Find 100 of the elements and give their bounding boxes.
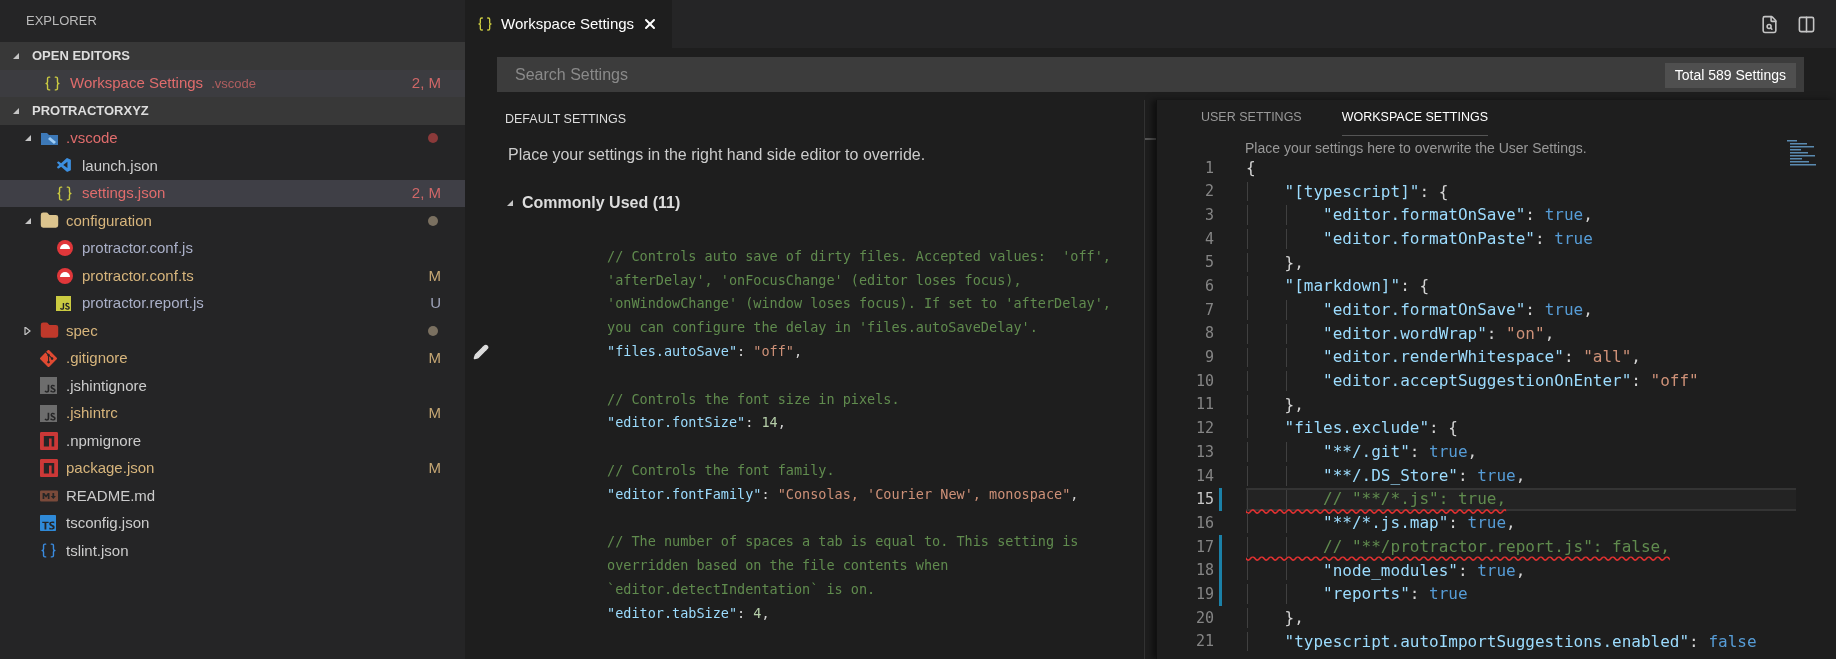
code-comment: 'afterDelay', 'onFocusChange' (editor loses focus), (606, 270, 1023, 290)
edit-icon[interactable] (473, 343, 489, 360)
code-token: : (1525, 298, 1536, 321)
file-name: README.md (66, 485, 156, 506)
editor-tab[interactable]: Workspace Settings (465, 0, 673, 48)
file-name: .jshintignore (66, 375, 147, 396)
collapse-arrow-icon[interactable] (506, 198, 514, 207)
code-token: // "**/*.js": true, (1322, 488, 1507, 511)
line-number: 3 (1203, 204, 1214, 226)
tree-item[interactable]: tsconfig.json (0, 509, 465, 537)
braces-icon (56, 184, 73, 202)
code-token: true (1544, 204, 1584, 227)
tree-item[interactable]: protractor.conf.js (0, 234, 465, 262)
line-number: 2 (1203, 181, 1214, 203)
file-name: tslint.json (66, 540, 129, 561)
split-editor-icon[interactable] (1797, 14, 1816, 34)
code-token: "all" (1583, 346, 1632, 369)
scrollbar[interactable] (1144, 100, 1156, 659)
tree-item[interactable]: .jshintignore (0, 372, 465, 400)
group-header[interactable]: Commonly Used (11) (465, 190, 1144, 215)
git-icon (40, 349, 57, 367)
tree-item[interactable]: package.json M (0, 454, 465, 482)
open-preview-icon[interactable] (1760, 14, 1779, 34)
collapse-arrow-icon[interactable] (12, 51, 20, 60)
code-token: : (1631, 370, 1642, 393)
git-status: M (428, 403, 441, 423)
code-token: "editor.tabSize" (607, 603, 738, 623)
sidebar-title: EXPLORER (26, 12, 97, 31)
typescript-icon (40, 515, 56, 532)
pane-title: DEFAULT SETTINGS (504, 111, 628, 128)
expand-arrow-icon[interactable] (24, 134, 32, 143)
line-number: 21 (1194, 631, 1214, 653)
git-status: M (428, 265, 441, 286)
line-number: 1 (1203, 157, 1214, 179)
section-title: OPEN EDITORS (32, 47, 130, 65)
code-token: true (1477, 464, 1516, 487)
code-token: "off" (753, 341, 794, 361)
code-token: true (1544, 298, 1584, 321)
protractor-icon (56, 239, 74, 258)
tree-item[interactable]: .jshintrc M (0, 399, 465, 427)
code-token: "editor.wordWrap" (1322, 322, 1487, 345)
code-token: true (1477, 559, 1516, 582)
code-token: , (1515, 559, 1526, 582)
code-token: true (1467, 512, 1507, 535)
section-header[interactable]: PROTRACTORXYZ (0, 97, 465, 125)
file-name: .vscode (66, 128, 118, 148)
tree-item[interactable]: launch.json (0, 152, 465, 180)
code-token: "editor.formatOnPaste" (1322, 227, 1535, 250)
code-token: "editor.fontSize" (607, 413, 746, 433)
code-token: : (1563, 346, 1575, 369)
settings-tab[interactable]: WORKSPACE SETTINGS (1341, 108, 1489, 136)
file-name: .npmignore (66, 430, 142, 451)
code-token: "**/.git" (1322, 441, 1410, 464)
settings-tab[interactable]: USER SETTINGS (1201, 108, 1302, 136)
line-number: 18 (1194, 560, 1214, 582)
code-token: 4 (753, 603, 762, 623)
tree-item[interactable]: README.md (0, 482, 465, 510)
tree-item[interactable]: tslint.json (0, 537, 465, 565)
tree-item[interactable]: .npmignore (0, 427, 465, 455)
folder-icon (40, 211, 59, 231)
file-name: spec (66, 320, 98, 341)
line-number: 7 (1203, 299, 1214, 321)
braces-icon (477, 16, 493, 32)
code-token: "editor.acceptSuggestionOnEnter" (1322, 370, 1632, 393)
code-token: "[typescript]" (1283, 180, 1420, 203)
section-header[interactable]: OPEN EDITORS (0, 42, 465, 70)
code-token: , (1544, 322, 1555, 345)
javascript-icon (40, 377, 57, 395)
code-comment: overridden based on the file contents when (606, 556, 950, 576)
tree-item[interactable]: protractor.report.js U (0, 289, 465, 317)
code-token: }, (1283, 606, 1304, 629)
line-number: 19 (1194, 583, 1214, 605)
code-token: : { (1429, 417, 1458, 440)
code-token: "files.autoSave" (607, 341, 738, 361)
tree-item[interactable]: .gitignore M (0, 344, 465, 372)
file-name: Workspace Settings (70, 73, 204, 93)
folder-icon (40, 321, 59, 341)
code-token: , (1506, 512, 1516, 535)
code-comment: you can configure the delay in 'files.autoSaveDelay'. (606, 318, 1039, 338)
line-number: 5 (1203, 252, 1214, 274)
tree-item[interactable]: spec (0, 317, 465, 345)
collapse-arrow-icon[interactable] (12, 106, 20, 115)
expand-arrow-icon[interactable] (24, 326, 32, 335)
code-token: "editor.renderWhitespace" (1322, 346, 1564, 369)
file-name: configuration (66, 210, 152, 231)
protractor-icon (56, 266, 74, 285)
code-token: : { (1419, 180, 1449, 203)
file-name: .jshintrc (66, 403, 118, 423)
code-token: : (1409, 441, 1421, 464)
line-number: 14 (1194, 465, 1214, 487)
code-token: true (1429, 441, 1468, 464)
tree-item[interactable]: configuration (0, 207, 465, 235)
npm-icon (40, 431, 58, 450)
expand-arrow-icon[interactable] (24, 216, 32, 225)
group-title: Commonly Used (11) (522, 192, 681, 213)
tree-item[interactable]: protractor.conf.ts M (0, 262, 465, 290)
code-token: }, (1283, 393, 1304, 416)
code-comment: // Controls the font family. (606, 460, 836, 480)
file-name: protractor.conf.js (82, 238, 193, 258)
tree-item[interactable]: .vscode (0, 124, 465, 152)
